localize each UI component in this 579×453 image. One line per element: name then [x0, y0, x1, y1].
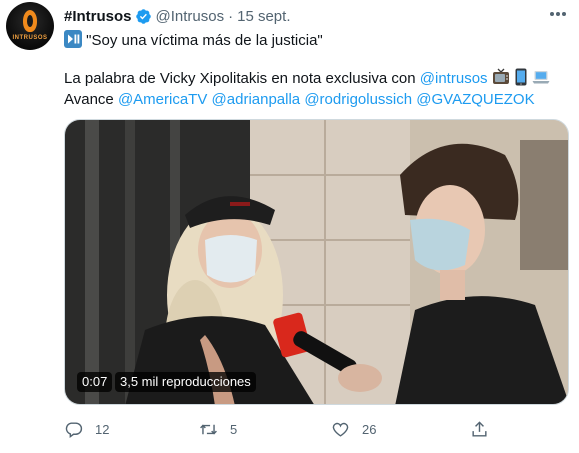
share-icon: [472, 420, 487, 437]
author-handle[interactable]: @Intrusos: [156, 8, 225, 25]
video-views: 3,5 mil reproducciones: [115, 372, 256, 392]
mention-americatv[interactable]: @AmericaTV: [118, 91, 207, 108]
tweet-header: #Intrusos @Intrusos · 15 sept.: [64, 5, 290, 27]
tweet-actions: 12 5 26: [64, 415, 569, 443]
tweet-date[interactable]: 15 sept.: [237, 8, 290, 25]
author-name[interactable]: #Intrusos: [64, 8, 132, 25]
mention-rodrigolussich[interactable]: @rodrigolussich: [304, 91, 412, 108]
mention-adrianpalla[interactable]: @adrianpalla: [212, 91, 301, 108]
author-avatar[interactable]: INTRUSOS: [6, 2, 54, 50]
verified-badge-icon: [135, 8, 151, 24]
header-separator: ·: [228, 7, 234, 25]
tweet-text-line-1: "Soy una víctima más de la justicia": [64, 30, 323, 54]
tweet-text-line-2: La palabra de Vicky Xipolitakis en nota …: [64, 68, 550, 92]
like-count: 26: [362, 421, 377, 437]
play-pause-emoji-icon: [64, 30, 82, 54]
flame-logo-icon: [23, 10, 37, 32]
mention-gvazquezok[interactable]: @GVAZQUEZOK: [416, 91, 534, 108]
like-button[interactable]: 26: [331, 415, 376, 443]
tweet-text: La palabra de Vicky Xipolitakis en nota …: [64, 70, 420, 87]
mobile-phone-emoji-icon: [514, 68, 528, 92]
video-frame: [65, 120, 568, 404]
tv-emoji-icon: [492, 68, 510, 92]
reply-button[interactable]: 12: [64, 415, 109, 443]
video-player[interactable]: 0:07 3,5 mil reproducciones: [64, 119, 569, 405]
mention-intrusos[interactable]: @intrusos: [420, 70, 488, 87]
reply-count: 12: [95, 421, 110, 437]
laptop-emoji-icon: [532, 68, 550, 92]
heart-icon: [332, 422, 349, 437]
retweet-button[interactable]: 5: [199, 415, 237, 443]
avance-prefix: Avance: [64, 91, 118, 108]
tweet-text-line-3: Avance @AmericaTV @adrianpalla @rodrigol…: [64, 90, 535, 110]
tweet-quote: "Soy una víctima más de la justicia": [86, 32, 323, 49]
retweet-icon: [200, 424, 217, 434]
share-button[interactable]: [470, 415, 489, 443]
video-duration: 0:07: [77, 372, 113, 392]
reply-icon: [65, 421, 83, 438]
more-options-icon[interactable]: [546, 4, 570, 24]
avatar-logo-text: INTRUSOS: [12, 35, 48, 41]
retweet-count: 5: [230, 421, 238, 437]
